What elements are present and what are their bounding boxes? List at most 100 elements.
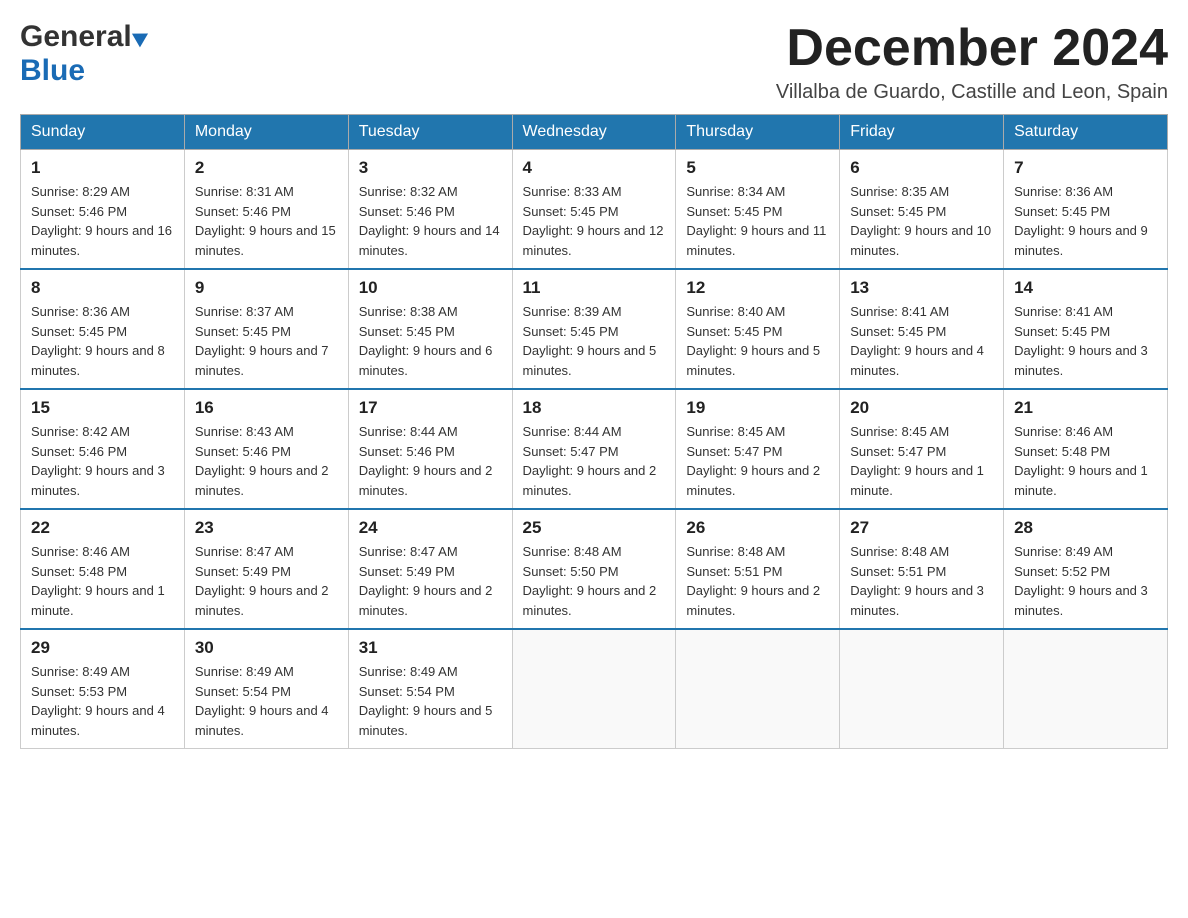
day-info: Sunrise: 8:46 AMSunset: 5:48 PMDaylight:… (1014, 422, 1157, 500)
calendar-day-cell: 14Sunrise: 8:41 AMSunset: 5:45 PMDayligh… (1004, 269, 1168, 389)
calendar-day-cell: 2 Sunrise: 8:31 AMSunset: 5:46 PMDaylight… (184, 150, 348, 270)
calendar-day-cell: 28Sunrise: 8:49 AMSunset: 5:52 PMDayligh… (1004, 509, 1168, 629)
day-info: Sunrise: 8:42 AMSunset: 5:46 PMDaylight:… (31, 422, 174, 500)
calendar-day-cell: 11Sunrise: 8:39 AMSunset: 5:45 PMDayligh… (512, 269, 676, 389)
calendar-day-cell (512, 629, 676, 749)
column-header-sunday: Sunday (21, 115, 185, 150)
calendar-day-cell: 16 Sunrise: 8:43 AMSunset: 5:46 PMDayligh… (184, 389, 348, 509)
calendar-day-cell: 9 Sunrise: 8:37 AMSunset: 5:45 PMDaylight… (184, 269, 348, 389)
day-number: 15 (31, 398, 174, 418)
day-info: Sunrise: 8:36 AMSunset: 5:45 PMDaylight:… (1014, 182, 1157, 260)
title-block: December 2024 Villalba de Guardo, Castil… (776, 20, 1168, 104)
day-number: 17 (359, 398, 502, 418)
day-info: Sunrise: 8:48 AMSunset: 5:51 PMDaylight:… (686, 542, 829, 620)
day-number: 16 (195, 398, 338, 418)
day-number: 25 (523, 518, 666, 538)
logo-arrow-icon (132, 27, 152, 48)
day-number: 9 (195, 278, 338, 298)
day-number: 18 (523, 398, 666, 418)
day-info: Sunrise: 8:47 AMSunset: 5:49 PMDaylight:… (195, 542, 338, 620)
calendar-day-cell: 10 Sunrise: 8:38 AMSunset: 5:45 PMDayligh… (348, 269, 512, 389)
calendar-day-cell: 24 Sunrise: 8:47 AMSunset: 5:49 PMDayligh… (348, 509, 512, 629)
calendar-day-cell: 31 Sunrise: 8:49 AMSunset: 5:54 PMDayligh… (348, 629, 512, 749)
day-info: Sunrise: 8:33 AMSunset: 5:45 PMDaylight:… (523, 182, 666, 260)
day-info: Sunrise: 8:37 AMSunset: 5:45 PMDaylight:… (195, 302, 338, 380)
calendar-day-cell: 30 Sunrise: 8:49 AMSunset: 5:54 PMDayligh… (184, 629, 348, 749)
calendar-header-row: SundayMondayTuesdayWednesdayThursdayFrid… (21, 115, 1168, 150)
calendar-day-cell: 13Sunrise: 8:41 AMSunset: 5:45 PMDayligh… (840, 269, 1004, 389)
day-info: Sunrise: 8:32 AMSunset: 5:46 PMDaylight:… (359, 182, 502, 260)
column-header-friday: Friday (840, 115, 1004, 150)
day-number: 22 (31, 518, 174, 538)
calendar-day-cell: 18 Sunrise: 8:44 AMSunset: 5:47 PMDayligh… (512, 389, 676, 509)
calendar-table: SundayMondayTuesdayWednesdayThursdayFrid… (20, 114, 1168, 749)
calendar-day-cell (1004, 629, 1168, 749)
day-number: 20 (850, 398, 993, 418)
day-info: Sunrise: 8:36 AMSunset: 5:45 PMDaylight:… (31, 302, 174, 380)
logo-general-text: General (20, 20, 132, 54)
day-info: Sunrise: 8:47 AMSunset: 5:49 PMDaylight:… (359, 542, 502, 620)
calendar-day-cell: 25 Sunrise: 8:48 AMSunset: 5:50 PMDayligh… (512, 509, 676, 629)
day-info: Sunrise: 8:46 AMSunset: 5:48 PMDaylight:… (31, 542, 174, 620)
column-header-thursday: Thursday (676, 115, 840, 150)
day-info: Sunrise: 8:49 AMSunset: 5:54 PMDaylight:… (359, 662, 502, 740)
column-header-wednesday: Wednesday (512, 115, 676, 150)
day-number: 21 (1014, 398, 1157, 418)
day-number: 10 (359, 278, 502, 298)
calendar-day-cell: 7 Sunrise: 8:36 AMSunset: 5:45 PMDaylight… (1004, 150, 1168, 270)
column-header-tuesday: Tuesday (348, 115, 512, 150)
day-number: 1 (31, 158, 174, 178)
day-info: Sunrise: 8:48 AMSunset: 5:50 PMDaylight:… (523, 542, 666, 620)
day-info: Sunrise: 8:44 AMSunset: 5:46 PMDaylight:… (359, 422, 502, 500)
calendar-day-cell: 12 Sunrise: 8:40 AMSunset: 5:45 PMDayligh… (676, 269, 840, 389)
calendar-day-cell (676, 629, 840, 749)
day-info: Sunrise: 8:35 AMSunset: 5:45 PMDaylight:… (850, 182, 993, 260)
calendar-week-row: 8 Sunrise: 8:36 AMSunset: 5:45 PMDaylight… (21, 269, 1168, 389)
day-info: Sunrise: 8:34 AMSunset: 5:45 PMDaylight:… (686, 182, 829, 260)
day-info: Sunrise: 8:49 AMSunset: 5:53 PMDaylight:… (31, 662, 174, 740)
calendar-week-row: 1Sunrise: 8:29 AMSunset: 5:46 PMDaylight… (21, 150, 1168, 270)
day-info: Sunrise: 8:44 AMSunset: 5:47 PMDaylight:… (523, 422, 666, 500)
calendar-day-cell: 6 Sunrise: 8:35 AMSunset: 5:45 PMDaylight… (840, 150, 1004, 270)
day-number: 26 (686, 518, 829, 538)
calendar-week-row: 22 Sunrise: 8:46 AMSunset: 5:48 PMDayligh… (21, 509, 1168, 629)
day-info: Sunrise: 8:43 AMSunset: 5:46 PMDaylight:… (195, 422, 338, 500)
calendar-day-cell (840, 629, 1004, 749)
calendar-day-cell: 1Sunrise: 8:29 AMSunset: 5:46 PMDaylight… (21, 150, 185, 270)
day-info: Sunrise: 8:31 AMSunset: 5:46 PMDaylight:… (195, 182, 338, 260)
day-number: 30 (195, 638, 338, 658)
day-number: 29 (31, 638, 174, 658)
location-subtitle: Villalba de Guardo, Castille and Leon, S… (776, 81, 1168, 104)
day-number: 28 (1014, 518, 1157, 538)
page-header: General Blue December 2024 Villalba de G… (20, 20, 1168, 104)
day-number: 3 (359, 158, 502, 178)
calendar-day-cell: 21 Sunrise: 8:46 AMSunset: 5:48 PMDayligh… (1004, 389, 1168, 509)
day-number: 6 (850, 158, 993, 178)
day-info: Sunrise: 8:49 AMSunset: 5:54 PMDaylight:… (195, 662, 338, 740)
day-number: 19 (686, 398, 829, 418)
calendar-week-row: 15 Sunrise: 8:42 AMSunset: 5:46 PMDayligh… (21, 389, 1168, 509)
day-number: 7 (1014, 158, 1157, 178)
calendar-day-cell: 19 Sunrise: 8:45 AMSunset: 5:47 PMDayligh… (676, 389, 840, 509)
month-title: December 2024 (776, 20, 1168, 77)
day-number: 5 (686, 158, 829, 178)
day-number: 24 (359, 518, 502, 538)
day-number: 2 (195, 158, 338, 178)
day-number: 31 (359, 638, 502, 658)
calendar-day-cell: 3 Sunrise: 8:32 AMSunset: 5:46 PMDaylight… (348, 150, 512, 270)
day-number: 12 (686, 278, 829, 298)
day-number: 23 (195, 518, 338, 538)
day-info: Sunrise: 8:38 AMSunset: 5:45 PMDaylight:… (359, 302, 502, 380)
calendar-day-cell: 5 Sunrise: 8:34 AMSunset: 5:45 PMDaylight… (676, 150, 840, 270)
column-header-saturday: Saturday (1004, 115, 1168, 150)
calendar-day-cell: 8 Sunrise: 8:36 AMSunset: 5:45 PMDaylight… (21, 269, 185, 389)
day-number: 27 (850, 518, 993, 538)
day-info: Sunrise: 8:45 AMSunset: 5:47 PMDaylight:… (686, 422, 829, 500)
day-info: Sunrise: 8:40 AMSunset: 5:45 PMDaylight:… (686, 302, 829, 380)
day-info: Sunrise: 8:39 AMSunset: 5:45 PMDaylight:… (523, 302, 666, 380)
day-number: 8 (31, 278, 174, 298)
calendar-day-cell: 20Sunrise: 8:45 AMSunset: 5:47 PMDayligh… (840, 389, 1004, 509)
calendar-day-cell: 15 Sunrise: 8:42 AMSunset: 5:46 PMDayligh… (21, 389, 185, 509)
calendar-day-cell: 22 Sunrise: 8:46 AMSunset: 5:48 PMDayligh… (21, 509, 185, 629)
calendar-week-row: 29 Sunrise: 8:49 AMSunset: 5:53 PMDayligh… (21, 629, 1168, 749)
